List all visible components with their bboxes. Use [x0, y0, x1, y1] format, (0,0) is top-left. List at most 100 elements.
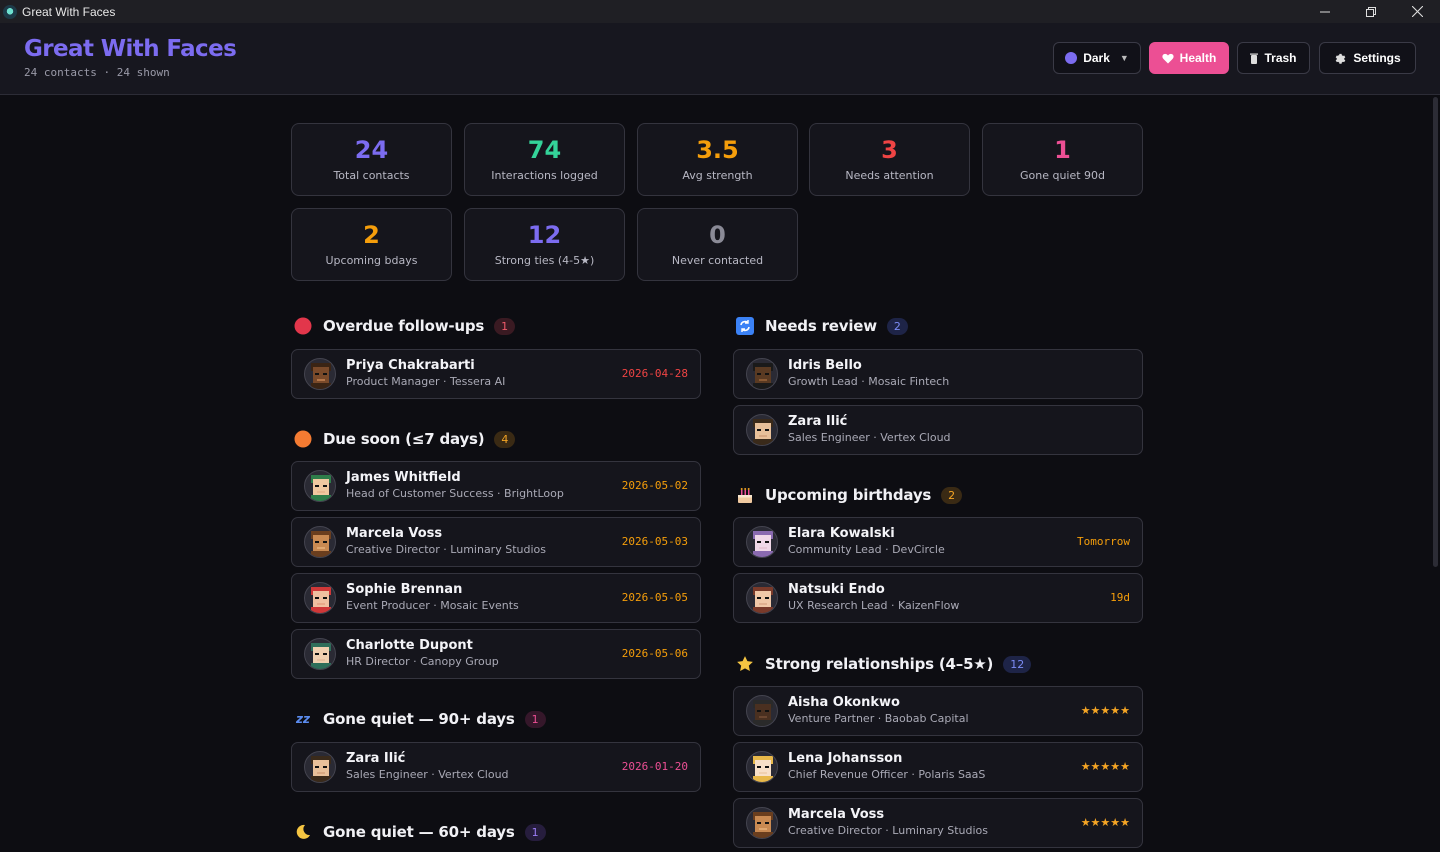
- stat-value: 74: [527, 136, 562, 164]
- avatar: [746, 751, 778, 783]
- stat-strong-ties: 12 Strong ties (4-5★): [464, 208, 625, 281]
- contact-name: Charlotte Dupont: [346, 638, 473, 653]
- contact-card[interactable]: Natsuki Endo UX Research Lead · KaizenFl…: [733, 573, 1143, 623]
- stat-label: Total contacts: [333, 169, 410, 182]
- section-needs-review-header: Needs review 2: [736, 314, 908, 338]
- avatar: [746, 526, 778, 558]
- strength-stars: ★★★★★: [1080, 760, 1130, 773]
- health-button[interactable]: Health: [1149, 42, 1229, 74]
- settings-label: Settings: [1353, 51, 1401, 65]
- followup-date: 2026-04-28: [621, 367, 688, 380]
- contact-name: Marcela Voss: [788, 807, 885, 822]
- avatar: [304, 638, 336, 670]
- contact-card[interactable]: Marcela Voss Creative Director · Luminar…: [733, 798, 1143, 848]
- stat-needs-attention: 3 Needs attention: [809, 123, 970, 196]
- avatar: [746, 807, 778, 839]
- settings-button[interactable]: Settings: [1319, 42, 1416, 74]
- theme-select[interactable]: Dark ▼: [1053, 42, 1141, 74]
- restore-icon[interactable]: [1348, 0, 1394, 23]
- contact-name: Zara Ilić: [346, 751, 406, 766]
- window-titlebar: Great With Faces: [0, 0, 1440, 23]
- stat-label: Avg strength: [682, 169, 753, 182]
- section-gone-quiet-90-header: zz Gone quiet — 90+ days 1: [294, 707, 546, 731]
- stat-upcoming-bdays: 2 Upcoming bdays: [291, 208, 452, 281]
- avatar: [746, 358, 778, 390]
- avatar: [304, 358, 336, 390]
- refresh-icon: [736, 317, 754, 335]
- count-badge: 1: [524, 823, 546, 841]
- count-badge: 1: [494, 317, 516, 335]
- theme-color-dot: [1065, 52, 1078, 64]
- contact-name: Priya Chakrabarti: [346, 358, 475, 373]
- window-title: Great With Faces: [22, 4, 116, 19]
- contact-card[interactable]: Zara Ilić Sales Engineer · Vertex Cloud …: [291, 742, 701, 792]
- count-badge: 12: [1003, 655, 1032, 673]
- followup-date: 2026-05-05: [621, 591, 688, 604]
- stat-interactions-logged: 74 Interactions logged: [464, 123, 625, 196]
- stat-label: Interactions logged: [491, 169, 598, 182]
- theme-label: Dark: [1083, 51, 1110, 65]
- contact-role: UX Research Lead · KaizenFlow: [788, 599, 960, 612]
- contact-name: Marcela Voss: [346, 526, 443, 541]
- contact-name: Elara Kowalski: [788, 526, 895, 541]
- stat-label: Strong ties (4-5★): [494, 254, 595, 267]
- section-overdue-header: Overdue follow-ups 1: [294, 314, 516, 338]
- avatar: [304, 751, 336, 783]
- count-badge: 2: [941, 486, 963, 504]
- contact-card[interactable]: Zara Ilić Sales Engineer · Vertex Cloud: [733, 405, 1143, 455]
- contact-card[interactable]: Sophie Brennan Event Producer · Mosaic E…: [291, 573, 701, 623]
- avatar: [304, 582, 336, 614]
- contact-card[interactable]: Elara Kowalski Community Lead · DevCircl…: [733, 517, 1143, 567]
- contact-card[interactable]: Aisha Okonkwo Venture Partner · Baobab C…: [733, 686, 1143, 736]
- contact-card[interactable]: James Whitfield Head of Customer Success…: [291, 461, 701, 511]
- health-label: Health: [1179, 51, 1217, 65]
- contact-count-summary: 24 contacts · 24 shown: [24, 66, 170, 79]
- section-gone-quiet-60-header: Gone quiet — 60+ days 1: [294, 820, 546, 844]
- stat-value: 2: [363, 221, 380, 249]
- heart-icon: [1162, 53, 1174, 63]
- stat-label: Upcoming bdays: [325, 254, 418, 267]
- stat-value: 0: [709, 221, 726, 249]
- contact-name: Lena Johansson: [788, 751, 903, 766]
- contact-role: Chief Revenue Officer · Polaris SaaS: [788, 768, 986, 781]
- section-title: Needs review: [765, 317, 877, 335]
- app-header: Great With Faces 24 contacts · 24 shown …: [0, 23, 1440, 95]
- stat-value: 3.5: [696, 136, 739, 164]
- contact-role: HR Director · Canopy Group: [346, 655, 499, 668]
- followup-date: 2026-05-03: [621, 535, 688, 548]
- strength-stars: ★★★★★: [1080, 816, 1130, 829]
- avatar: [304, 470, 336, 502]
- chevron-down-icon: ▼: [1119, 53, 1129, 63]
- contact-card[interactable]: Charlotte Dupont HR Director · Canopy Gr…: [291, 629, 701, 679]
- section-title: Gone quiet — 60+ days: [323, 823, 515, 841]
- close-icon[interactable]: [1394, 0, 1440, 23]
- stat-value: 3: [881, 136, 898, 164]
- minimize-icon[interactable]: [1302, 0, 1348, 23]
- scrollbar-thumb[interactable]: [1433, 97, 1438, 567]
- birthday-cake-icon: [736, 486, 754, 504]
- gear-icon: [1336, 53, 1346, 64]
- stat-never-contacted: 0 Never contacted: [637, 208, 798, 281]
- trash-label: Trash: [1264, 51, 1297, 65]
- stat-avg-strength: 3.5 Avg strength: [637, 123, 798, 196]
- stat-label: Needs attention: [845, 169, 934, 182]
- section-title: Strong relationships (4–5★): [765, 655, 994, 673]
- contact-role: Creative Director · Luminary Studios: [346, 543, 546, 556]
- contact-name: Aisha Okonkwo: [788, 695, 900, 710]
- contact-name: Idris Bello: [788, 358, 862, 373]
- contact-card[interactable]: Idris Bello Growth Lead · Mosaic Fintech: [733, 349, 1143, 399]
- stat-label: Gone quiet 90d: [1019, 169, 1106, 182]
- followup-date: 2026-05-06: [621, 647, 688, 660]
- contact-card[interactable]: Marcela Voss Creative Director · Luminar…: [291, 517, 701, 567]
- section-strong-header: Strong relationships (4–5★) 12: [736, 652, 1032, 676]
- app-brand: Great With Faces: [24, 36, 237, 62]
- scrollbar[interactable]: [1430, 95, 1440, 852]
- contact-card[interactable]: Lena Johansson Chief Revenue Officer · P…: [733, 742, 1143, 792]
- trash-button[interactable]: Trash: [1237, 42, 1310, 74]
- followup-date: 2026-05-02: [621, 479, 688, 492]
- stat-total-contacts: 24 Total contacts: [291, 123, 452, 196]
- contact-role: Event Producer · Mosaic Events: [346, 599, 519, 612]
- contact-role: Head of Customer Success · BrightLoop: [346, 487, 564, 500]
- contact-card[interactable]: Priya Chakrabarti Product Manager · Tess…: [291, 349, 701, 399]
- count-badge: 4: [494, 430, 516, 448]
